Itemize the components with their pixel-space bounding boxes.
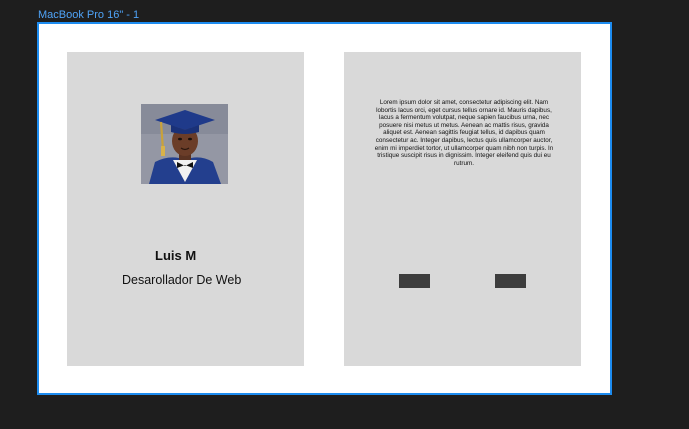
action-button-1[interactable] bbox=[399, 274, 430, 288]
about-card: Lorem ipsum dolor sit amet, consectetur … bbox=[344, 52, 581, 366]
profile-name: Luis M bbox=[155, 248, 197, 263]
about-text: Lorem ipsum dolor sit amet, consectetur … bbox=[374, 99, 554, 167]
profile-role: Desarollador De Web bbox=[122, 273, 242, 287]
graduation-portrait-image bbox=[141, 104, 228, 184]
profile-photo bbox=[141, 104, 228, 184]
macbook-frame[interactable]: Luis M Desarollador De Web Lorem ipsum d… bbox=[37, 22, 612, 395]
profile-card: Luis M Desarollador De Web bbox=[67, 52, 304, 366]
frame-label[interactable]: MacBook Pro 16" - 1 bbox=[38, 9, 139, 21]
action-button-2[interactable] bbox=[495, 274, 526, 288]
